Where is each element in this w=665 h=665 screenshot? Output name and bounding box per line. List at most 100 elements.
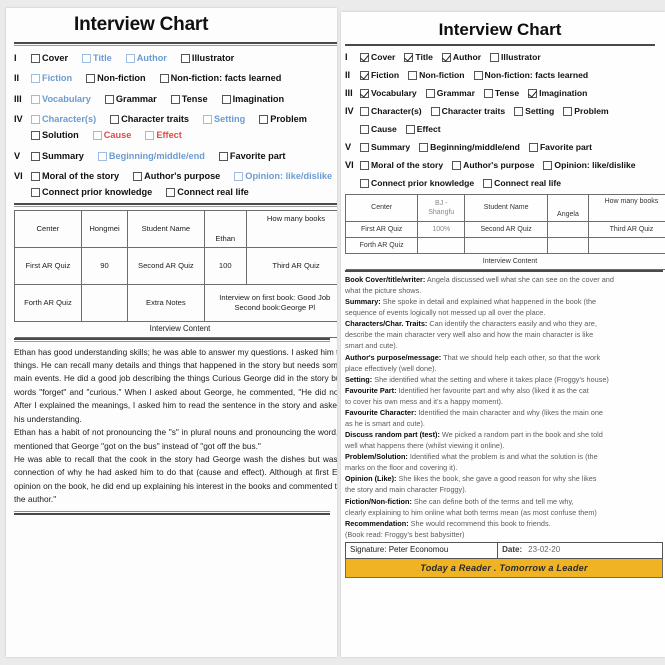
checkbox-empty-icon[interactable] xyxy=(31,115,40,125)
checkbox-checked-icon[interactable] xyxy=(528,88,538,98)
checkbox-option[interactable]: Connect prior knowledge xyxy=(360,178,474,188)
checkbox-empty-icon[interactable] xyxy=(82,53,92,63)
checkbox-empty-icon[interactable] xyxy=(86,74,96,84)
checkbox-empty-icon[interactable] xyxy=(203,115,213,125)
checkbox-option[interactable]: Solution xyxy=(31,130,79,142)
checkbox-option[interactable]: Grammar xyxy=(425,88,475,98)
checkbox-empty-icon[interactable] xyxy=(218,151,228,161)
checkbox-empty-icon[interactable] xyxy=(473,70,483,80)
checkbox-empty-icon[interactable] xyxy=(483,178,493,188)
checkbox-empty-icon[interactable] xyxy=(31,131,40,141)
checkbox-empty-icon[interactable] xyxy=(360,124,369,134)
checkbox-option[interactable]: Opinion: like/dislike xyxy=(234,171,332,183)
checkbox-empty-icon[interactable] xyxy=(31,151,40,161)
checkbox-empty-icon[interactable] xyxy=(170,94,180,104)
checkbox-checked-icon[interactable] xyxy=(404,52,414,62)
checkbox-option[interactable]: Tense xyxy=(170,94,208,106)
checkbox-empty-icon[interactable] xyxy=(110,115,120,125)
checkbox-empty-icon[interactable] xyxy=(145,131,155,141)
checkbox-option[interactable]: Non-fiction: facts learned xyxy=(159,73,281,85)
checkbox-option[interactable]: Connect real life xyxy=(483,178,561,188)
checkbox-option[interactable]: Summary xyxy=(360,142,410,152)
checkbox-empty-icon[interactable] xyxy=(425,88,435,98)
checkbox-empty-icon[interactable] xyxy=(452,160,462,170)
checkbox-option[interactable]: Character traits xyxy=(110,114,189,126)
checkbox-empty-icon[interactable] xyxy=(133,172,143,182)
checkbox-empty-icon[interactable] xyxy=(483,88,493,98)
checkbox-option[interactable]: Non-fiction xyxy=(408,70,465,80)
checkbox-empty-icon[interactable] xyxy=(234,172,244,182)
checkbox-option[interactable]: Moral of the story xyxy=(360,160,443,170)
checkbox-option[interactable]: Effect xyxy=(145,130,182,142)
checkbox-checked-icon[interactable] xyxy=(360,88,369,98)
checkbox-empty-icon[interactable] xyxy=(360,160,369,170)
checkbox-option[interactable]: Imagination xyxy=(221,94,284,106)
checkbox-option[interactable]: Title xyxy=(82,53,112,65)
checkbox-empty-icon[interactable] xyxy=(221,94,231,104)
checkbox-option[interactable]: Author's purpose xyxy=(452,160,534,170)
checkbox-option[interactable]: Vocabulary xyxy=(31,94,91,106)
checkbox-empty-icon[interactable] xyxy=(405,124,415,134)
checkbox-option[interactable]: Imagination xyxy=(528,88,587,98)
checkbox-option[interactable]: Moral of the story xyxy=(31,171,119,183)
checkbox-empty-icon[interactable] xyxy=(31,53,40,63)
checkbox-option[interactable]: Character(s) xyxy=(360,106,422,116)
checkbox-option[interactable]: Fiction xyxy=(31,73,72,85)
checkbox-option[interactable]: Illustrator xyxy=(180,53,234,65)
checkbox-empty-icon[interactable] xyxy=(360,106,369,116)
checkbox-empty-icon[interactable] xyxy=(166,188,176,198)
checkbox-option[interactable]: Author xyxy=(125,53,167,65)
checkbox-empty-icon[interactable] xyxy=(180,53,190,63)
checkbox-option[interactable]: Problem xyxy=(563,106,609,116)
checkbox-option[interactable]: Favorite part xyxy=(218,151,286,163)
checkbox-option[interactable]: Character(s) xyxy=(31,114,96,126)
checkbox-option[interactable]: Grammar xyxy=(104,94,157,106)
checkbox-option[interactable]: Title xyxy=(404,52,433,62)
checkbox-option[interactable]: Cause xyxy=(360,124,397,134)
checkbox-option[interactable]: Connect prior knowledge xyxy=(31,187,152,199)
checkbox-empty-icon[interactable] xyxy=(92,131,102,141)
checkbox-empty-icon[interactable] xyxy=(543,160,553,170)
checkbox-empty-icon[interactable] xyxy=(360,178,369,188)
checkbox-empty-icon[interactable] xyxy=(490,52,500,62)
checkbox-option[interactable]: Author's purpose xyxy=(133,171,220,183)
checkbox-option[interactable]: Favorite part xyxy=(528,142,592,152)
checkbox-option[interactable]: Cause xyxy=(92,130,131,142)
checkbox-empty-icon[interactable] xyxy=(125,53,135,63)
checkbox-empty-icon[interactable] xyxy=(97,151,107,161)
checkbox-option[interactable]: Tense xyxy=(483,88,519,98)
checkbox-option[interactable]: Cover xyxy=(360,52,395,62)
checkbox-option[interactable]: Setting xyxy=(203,114,245,126)
date-field[interactable]: Date: 23-02-20 xyxy=(497,541,663,559)
checkbox-option[interactable]: Character traits xyxy=(430,106,505,116)
checkbox-empty-icon[interactable] xyxy=(104,94,114,104)
checkbox-empty-icon[interactable] xyxy=(31,188,40,198)
checkbox-checked-icon[interactable] xyxy=(360,70,369,80)
checkbox-empty-icon[interactable] xyxy=(259,115,269,125)
checkbox-option[interactable]: Non-fiction: facts learned xyxy=(473,70,588,80)
checkbox-option[interactable]: Illustrator xyxy=(490,52,541,62)
checkbox-empty-icon[interactable] xyxy=(31,172,40,182)
checkbox-empty-icon[interactable] xyxy=(430,106,440,116)
checkbox-option[interactable]: Setting xyxy=(514,106,554,116)
checkbox-option[interactable]: Beginning/middle/end xyxy=(419,142,520,152)
checkbox-option[interactable]: Fiction xyxy=(360,70,399,80)
checkbox-checked-icon[interactable] xyxy=(360,52,369,62)
checkbox-option[interactable]: Non-fiction xyxy=(86,73,146,85)
checkbox-option[interactable]: Author xyxy=(441,52,481,62)
checkbox-option[interactable]: Vocabulary xyxy=(360,88,417,98)
checkbox-option[interactable]: Beginning/middle/end xyxy=(97,151,205,163)
checkbox-empty-icon[interactable] xyxy=(514,106,524,116)
checkbox-empty-icon[interactable] xyxy=(563,106,573,116)
checkbox-option[interactable]: Opinion: like/dislike xyxy=(543,160,636,170)
checkbox-empty-icon[interactable] xyxy=(31,94,40,104)
checkbox-option[interactable]: Connect real life xyxy=(166,187,249,199)
checkbox-empty-icon[interactable] xyxy=(419,142,429,152)
checkbox-option[interactable]: Problem xyxy=(259,114,307,126)
checkbox-empty-icon[interactable] xyxy=(159,74,169,84)
checkbox-empty-icon[interactable] xyxy=(360,142,369,152)
checkbox-empty-icon[interactable] xyxy=(408,70,418,80)
checkbox-option[interactable]: Summary xyxy=(31,151,84,163)
checkbox-checked-icon[interactable] xyxy=(441,52,451,62)
checkbox-option[interactable]: Effect xyxy=(405,124,441,134)
